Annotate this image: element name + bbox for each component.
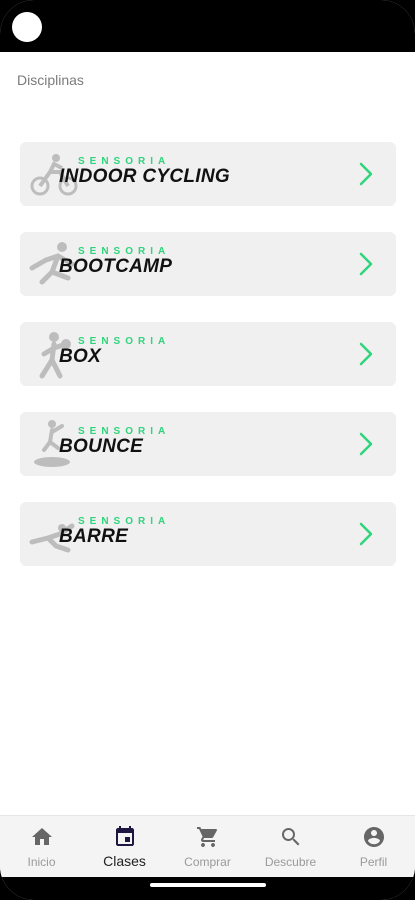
nav-label: Perfil	[359, 855, 388, 869]
calendar-icon	[116, 826, 134, 846]
discipline-title: BOOTCAMP	[59, 256, 173, 277]
home-indicator[interactable]	[150, 883, 266, 887]
discipline-title: BARRE	[59, 526, 129, 547]
home-icon	[32, 828, 52, 845]
discipline-card-bootcamp[interactable]: SENSORIA BOOTCAMP	[20, 232, 396, 296]
nav-label: Comprar	[184, 855, 231, 869]
cart-icon	[197, 827, 218, 847]
bottom-navigation: Inicio Clases Comprar Descubre Perfil	[0, 815, 415, 878]
app-screen: Disciplinas SENSORIA INDOOR CYCLING SENS…	[0, 0, 415, 900]
chevron-right-icon	[359, 252, 373, 276]
profile-icon	[364, 827, 384, 847]
discipline-title: INDOOR CYCLING	[59, 166, 230, 187]
discipline-card-barre[interactable]: SENSORIA BARRE	[20, 502, 396, 566]
front-camera	[12, 12, 42, 42]
chevron-right-icon	[359, 432, 373, 456]
chevron-right-icon	[359, 342, 373, 366]
system-nav-bar	[0, 877, 415, 900]
nav-item-descubre[interactable]: Descubre	[249, 816, 332, 878]
nav-item-comprar[interactable]: Comprar	[166, 816, 249, 878]
discipline-list: SENSORIA INDOOR CYCLING SENSORIA BOOTCAM…	[20, 142, 396, 592]
chevron-right-icon	[359, 162, 373, 186]
search-icon	[282, 828, 300, 846]
chevron-right-icon	[359, 522, 373, 546]
discipline-card-indoor-cycling[interactable]: SENSORIA INDOOR CYCLING	[20, 142, 396, 206]
nav-label: Descubre	[264, 855, 317, 869]
discipline-card-bounce[interactable]: SENSORIA BOUNCE	[20, 412, 396, 476]
nav-item-inicio[interactable]: Inicio	[0, 816, 83, 878]
status-bar	[0, 0, 415, 52]
nav-label: Inicio	[27, 855, 56, 869]
nav-item-perfil[interactable]: Perfil	[332, 816, 415, 878]
discipline-title: BOUNCE	[59, 436, 144, 457]
discipline-title: BOX	[59, 346, 102, 367]
nav-label: Clases	[103, 853, 146, 869]
nav-item-clases[interactable]: Clases	[83, 816, 166, 878]
discipline-card-box[interactable]: SENSORIA BOX	[20, 322, 396, 386]
page-title: Disciplinas	[17, 72, 84, 88]
